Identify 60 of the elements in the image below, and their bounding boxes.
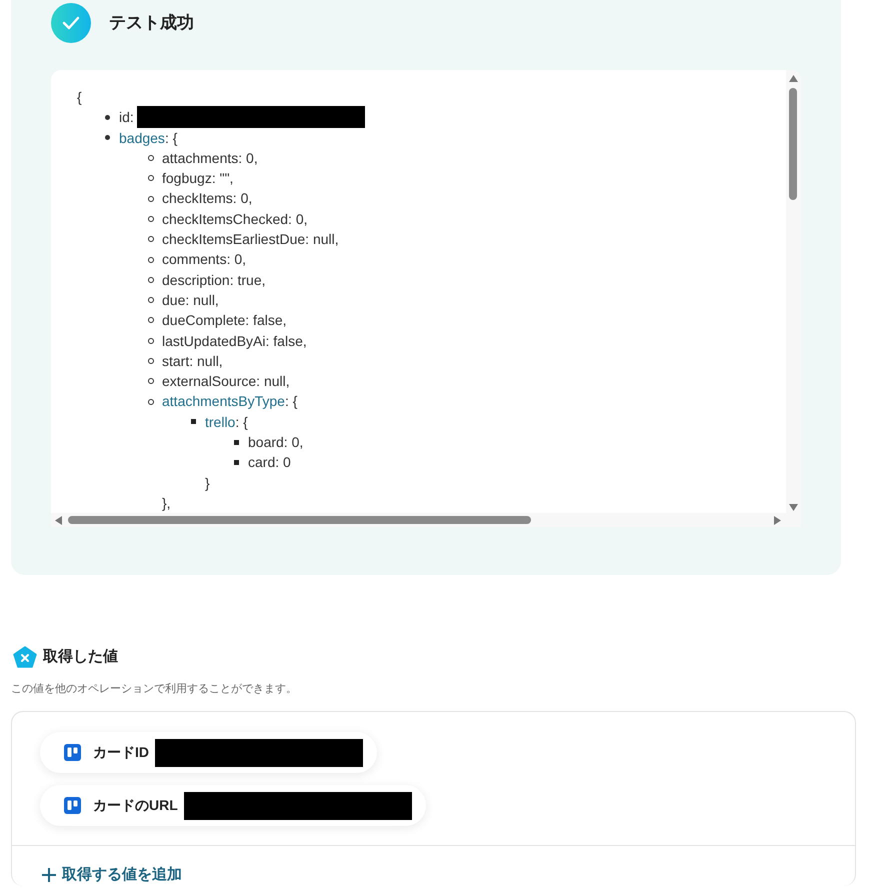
horizontal-scrollbar[interactable] — [51, 513, 801, 527]
bullet-icon — [148, 276, 154, 283]
code-line: { — [77, 88, 83, 107]
board-icon — [64, 744, 81, 761]
code-line: checkItemsChecked: 0, — [162, 210, 308, 229]
code-line: comments: 0, — [162, 250, 246, 270]
code-line: board: 0, — [248, 433, 304, 452]
code-line: attachmentsByType: { — [162, 392, 298, 412]
check-icon — [51, 3, 91, 43]
code-line: start: null, — [162, 352, 223, 371]
bullet-icon — [105, 135, 110, 140]
bullet-icon — [148, 196, 154, 202]
code-line: checkItems: 0, — [162, 189, 252, 208]
code-line: lastUpdatedByAi: false, — [162, 332, 307, 351]
code-line: } — [205, 474, 210, 493]
value-pill[interactable]: カードID — [40, 732, 377, 773]
value-label: カードID — [93, 743, 149, 762]
code-line: due: null, — [162, 290, 219, 310]
bullet-icon — [148, 256, 154, 263]
bullet-icon — [148, 216, 154, 222]
code-line: card: 0 — [248, 453, 291, 472]
scroll-thumb[interactable] — [68, 516, 531, 524]
code-line: badges: { — [119, 128, 178, 148]
code-line: description: true, — [162, 270, 266, 290]
section-description: この値を他のオペレーションで利用することができます。 — [11, 682, 298, 696]
bullet-icon — [148, 338, 154, 344]
bullet-icon — [148, 317, 154, 324]
bullet-icon — [234, 440, 239, 445]
code-line: fogbugz: "", — [162, 169, 234, 188]
value-pill[interactable]: カードのURL — [40, 785, 426, 826]
result-title: テスト成功 — [109, 12, 194, 34]
code-line: externalSource: null, — [162, 372, 290, 392]
variable-icon — [13, 646, 37, 668]
bullet-icon — [105, 114, 110, 120]
code-line: trello: { — [205, 412, 248, 432]
code-line: attachments: 0, — [162, 148, 258, 168]
scroll-thumb[interactable] — [789, 88, 797, 200]
bullet-icon — [148, 297, 154, 304]
scroll-up-icon[interactable] — [789, 75, 798, 82]
add-value-link[interactable]: 取得する値を追加 — [42, 864, 182, 886]
vertical-scrollbar[interactable] — [786, 70, 801, 513]
bullet-icon — [148, 236, 154, 242]
scroll-down-icon[interactable] — [789, 504, 798, 511]
bullet-icon — [148, 378, 154, 384]
section-title: 取得した値 — [43, 647, 118, 667]
board-icon — [64, 797, 81, 814]
bullet-icon — [148, 175, 154, 182]
plus-icon — [42, 868, 56, 882]
value-label: カードのURL — [93, 796, 178, 815]
code-line: checkItemsEarliestDue: null, — [162, 230, 339, 250]
code-line: dueComplete: false, — [162, 311, 287, 330]
bullet-icon — [191, 419, 196, 424]
bullet-icon — [234, 460, 239, 465]
scroll-right-icon[interactable] — [774, 516, 781, 525]
bullet-icon — [148, 358, 154, 364]
scroll-left-icon[interactable] — [55, 516, 62, 525]
bullet-icon — [148, 155, 154, 162]
bullet-icon — [148, 398, 154, 405]
code-line: }, — [162, 494, 171, 513]
code-line: id: — [119, 108, 134, 128]
